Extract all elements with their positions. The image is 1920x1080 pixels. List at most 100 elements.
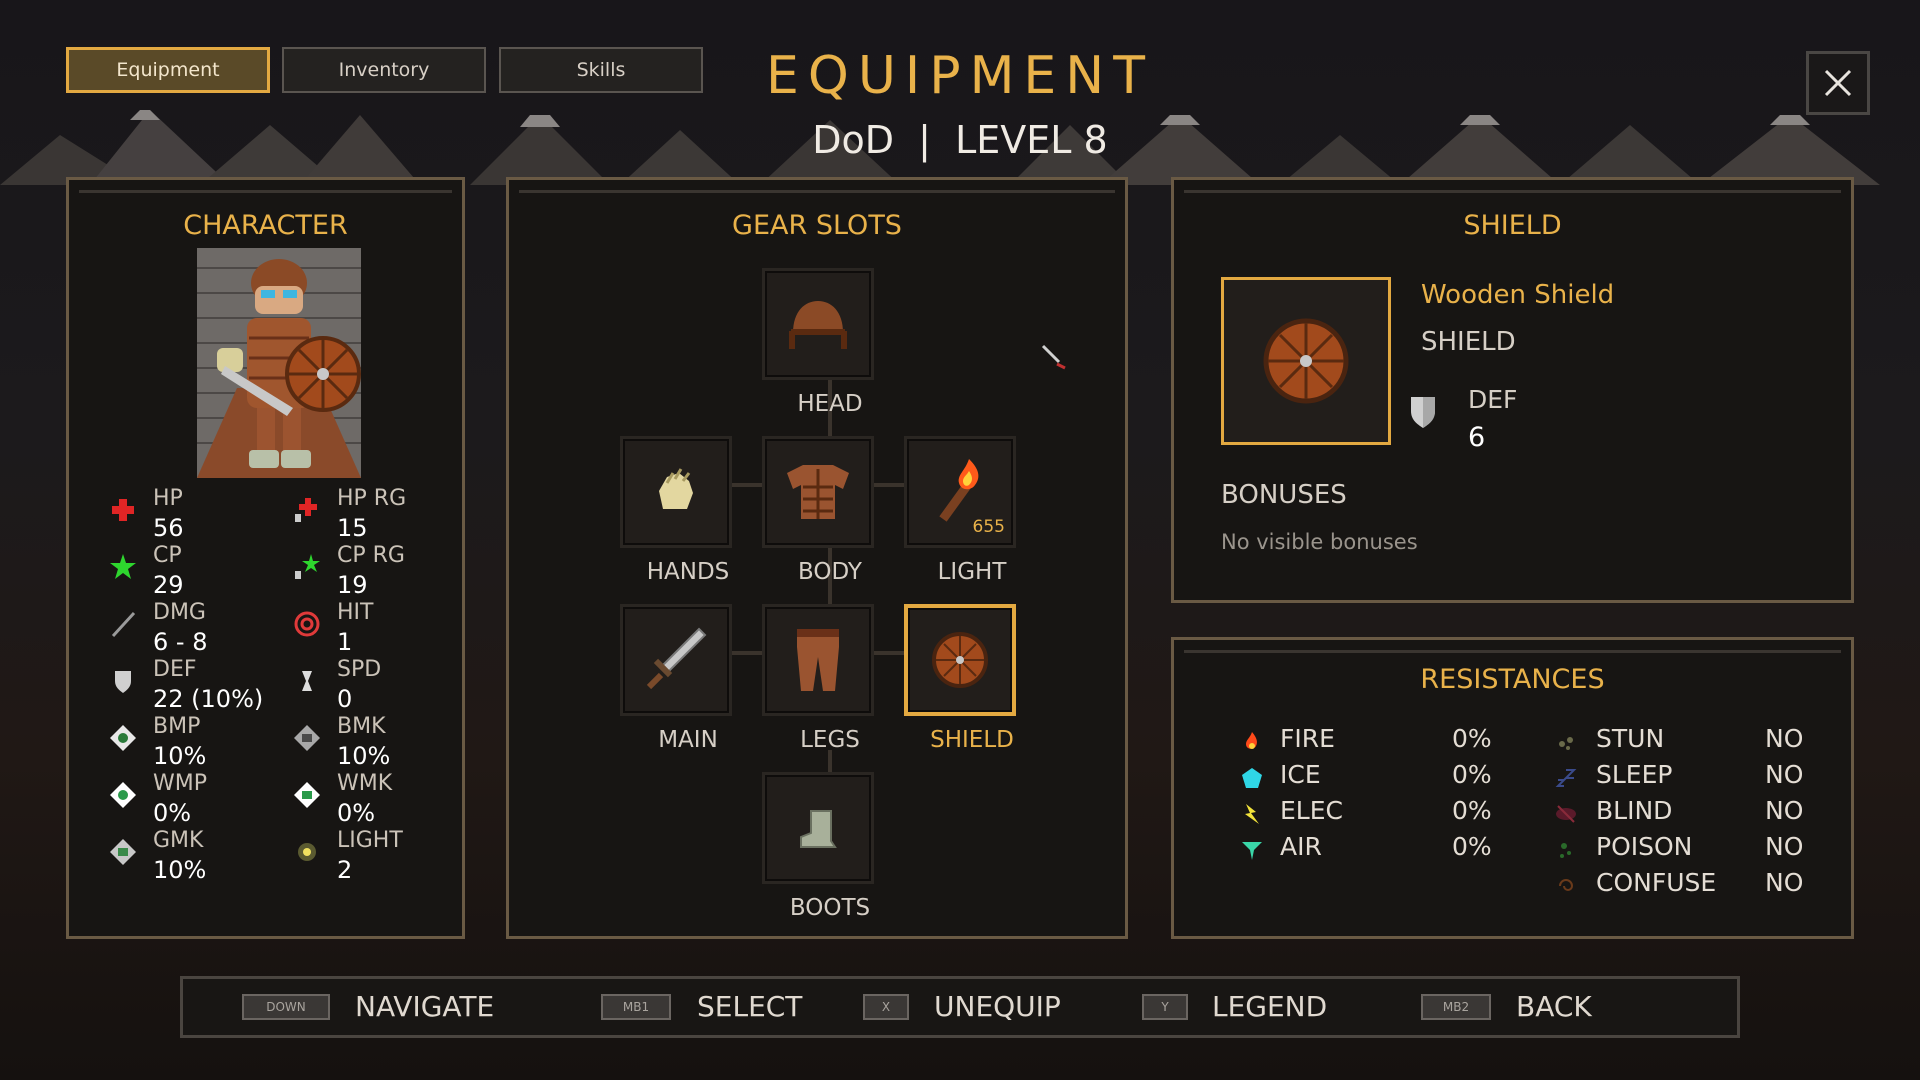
res-value-air: 0% [1452, 832, 1492, 861]
status-label-blind: BLIND [1596, 796, 1673, 825]
status-label-confuse: CONFUSE [1596, 868, 1717, 897]
stat-speed: SPD 0 [293, 657, 473, 713]
slot-label-head: HEAD [797, 391, 863, 417]
leg-armor-icon [797, 629, 839, 691]
slot-body[interactable] [762, 436, 874, 548]
stun-icon [1559, 737, 1573, 750]
hp-cross-icon [112, 499, 134, 521]
stat-label: BMP [153, 714, 201, 739]
slot-label-light: LIGHT [937, 559, 1007, 585]
item-name: Wooden Shield [1421, 280, 1615, 310]
control-select[interactable]: SELECT [697, 990, 802, 1023]
stat-label: HP RG [337, 486, 407, 511]
slot-legs[interactable] [762, 604, 874, 716]
slot-main[interactable] [620, 604, 732, 716]
stat-label: HIT [337, 600, 374, 625]
stat-value: 0 [337, 685, 353, 713]
character-level-subtitle: DoD | LEVEL 8 [812, 118, 1108, 162]
item-stat-value: 6 [1468, 422, 1486, 453]
damage-sword-icon [111, 611, 136, 638]
stat-label: WMP [153, 771, 208, 796]
stat-damage: DMG 6 - 8 [109, 600, 289, 656]
status-label-poison: POISON [1596, 832, 1693, 861]
wooden-shield-icon [932, 632, 988, 688]
boots-icon [800, 810, 837, 848]
torch-count: 655 [972, 517, 1005, 537]
res-label-air: AIR [1280, 832, 1322, 861]
key-down: DOWN [242, 994, 330, 1020]
stat-wmp: WMP 0% [109, 771, 289, 827]
control-navigate[interactable]: NAVIGATE [355, 990, 494, 1023]
stat-value: 1 [337, 628, 353, 656]
stat-value: 56 [153, 514, 184, 542]
elec-icon [1245, 804, 1259, 824]
stat-value: 29 [153, 571, 184, 599]
status-value-stun: NO [1765, 724, 1804, 753]
key-y: Y [1142, 994, 1188, 1020]
page-title: EQUIPMENT [766, 46, 1154, 106]
gear-panel-title: GEAR SLOTS [732, 210, 902, 241]
stat-value: 10% [153, 856, 207, 884]
slot-shield[interactable] [904, 604, 1016, 716]
hit-target-icon [294, 611, 320, 637]
item-stat-label: DEF [1468, 385, 1518, 414]
stat-wmk: WMK 0% [293, 771, 473, 827]
stat-label: SPD [337, 657, 382, 682]
character-panel-title: CHARACTER [183, 210, 348, 241]
slot-label-hands: HANDS [646, 559, 730, 585]
control-back[interactable]: BACK [1516, 990, 1592, 1023]
control-legend[interactable]: LEGEND [1212, 990, 1327, 1023]
stat-value: 0% [337, 799, 376, 827]
defense-shield-icon [1411, 397, 1435, 428]
slot-head[interactable] [762, 268, 874, 380]
close-button[interactable] [1806, 51, 1870, 115]
stat-value: 2 [337, 856, 353, 884]
slot-light[interactable]: 655 [904, 436, 1016, 548]
stat-label: CP [153, 543, 182, 568]
key-x: X [863, 994, 909, 1020]
wmk-gem-icon [294, 782, 320, 808]
slot-label-boots: BOOTS [789, 895, 871, 921]
key-mb1: MB1 [601, 994, 671, 1020]
stat-hp: HP 56 [109, 486, 289, 542]
tab-inventory[interactable]: Inventory [282, 47, 486, 93]
resistances-panel: RESISTANCES FIRE 0% ICE 0% ELEC 0% AIR 0… [1171, 637, 1854, 939]
close-icon [1824, 69, 1852, 97]
stat-light: LIGHT 2 [293, 828, 473, 884]
item-preview [1221, 277, 1391, 445]
control-unequip[interactable]: UNEQUIP [934, 990, 1061, 1023]
fire-icon [1246, 732, 1257, 749]
cp-regen-icon [295, 554, 320, 579]
item-detail-panel: SHIELD Wooden Shield SHIELD DEF 6 BONUSE… [1171, 177, 1854, 603]
ice-icon [1242, 768, 1262, 788]
res-value-ice: 0% [1452, 760, 1492, 789]
stat-label: HP [153, 486, 183, 511]
helmet-icon [789, 301, 847, 349]
character-panel: CHARACTER HP 56 HP RG 15 CP 29 CP RG 19 … [66, 177, 465, 939]
stat-label: DMG [153, 600, 206, 625]
res-value-fire: 0% [1452, 724, 1492, 753]
key-mb2: MB2 [1421, 994, 1491, 1020]
sword-cursor-icon [1041, 344, 1066, 370]
slot-label-shield: SHIELD [930, 727, 1014, 753]
confuse-icon [1559, 879, 1574, 891]
stat-value: 19 [337, 571, 368, 599]
status-value-sleep: NO [1765, 760, 1804, 789]
status-value-poison: NO [1765, 832, 1804, 861]
slot-hands[interactable] [620, 436, 732, 548]
slot-label-main: MAIN [658, 727, 718, 753]
sword-icon [646, 627, 707, 690]
tab-equipment[interactable]: Equipment [66, 47, 270, 93]
stat-value: 22 (10%) [153, 685, 264, 713]
air-icon [1242, 842, 1262, 860]
slot-label-legs: LEGS [800, 727, 860, 753]
stat-value: 6 - 8 [153, 628, 208, 656]
gear-slots-panel: GEAR SLOTS HEAD HANDS BODY 655 LIGHT MAI… [506, 177, 1128, 939]
slot-boots[interactable] [762, 772, 874, 884]
stat-label: GMK [153, 828, 204, 853]
stat-value: 0% [153, 799, 192, 827]
bonuses-title: BONUSES [1221, 480, 1347, 510]
stat-cp-regen: CP RG 19 [293, 543, 473, 599]
status-label-sleep: SLEEP [1596, 760, 1673, 789]
stat-label: BMK [337, 714, 386, 739]
